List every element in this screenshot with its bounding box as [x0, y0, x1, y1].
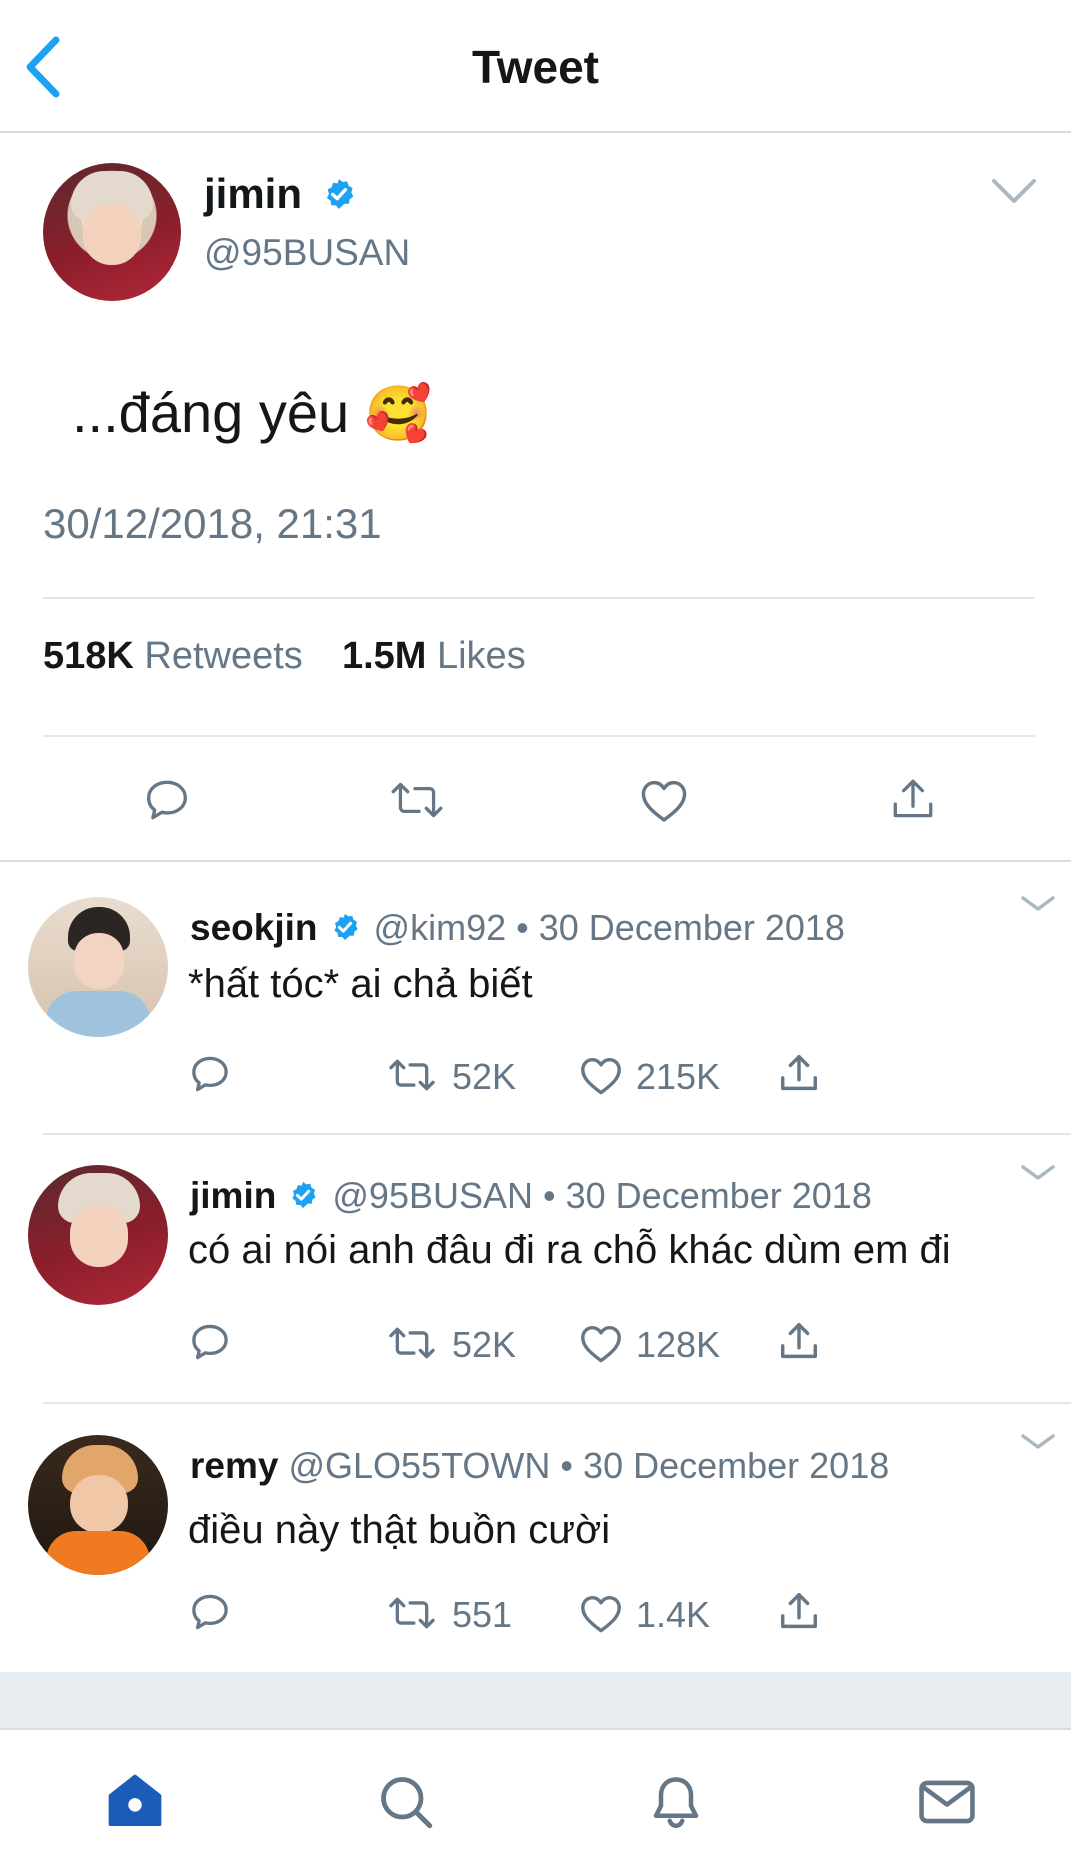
tweet-stats: 518K Retweets 1.5M Likes — [43, 635, 526, 678]
avatar[interactable] — [28, 1165, 168, 1305]
bell-icon[interactable] — [646, 1770, 706, 1834]
share-icon[interactable] — [776, 1050, 822, 1098]
reply-header: remy @GLO55TOWN • 30 December 2018 — [190, 1445, 889, 1487]
retweet-icon[interactable] — [388, 773, 446, 827]
tweet-text: ...đáng yêu 🥰 — [72, 380, 432, 446]
verified-badge-icon — [292, 1182, 316, 1209]
share-icon[interactable] — [776, 1318, 822, 1366]
reply-author-handle[interactable]: @GLO55TOWN — [288, 1445, 550, 1486]
avatar[interactable] — [43, 163, 181, 301]
like-heart-icon[interactable] — [578, 1591, 624, 1635]
chevron-down-icon[interactable] — [1020, 1163, 1056, 1183]
reply-text: *hất tóc* ai chả biết — [188, 962, 533, 1006]
reply-text: có ai nói anh đâu đi ra chỗ khác dùm em … — [188, 1228, 951, 1272]
chevron-down-icon[interactable] — [1020, 1432, 1056, 1452]
reply-icon[interactable] — [188, 1052, 232, 1096]
smiling-face-with-hearts-icon: 🥰 — [364, 382, 432, 445]
likes-label[interactable]: Likes — [437, 635, 526, 677]
tweet-text-body: ...đáng yêu — [72, 381, 350, 444]
divider — [43, 1402, 1071, 1404]
feed-end-spacer — [0, 1672, 1071, 1728]
reply-date[interactable]: 30 December 2018 — [539, 907, 845, 948]
like-heart-icon[interactable] — [578, 1321, 624, 1365]
retweet-count: 52K — [452, 1324, 517, 1365]
reply-icon[interactable] — [188, 1320, 232, 1364]
divider — [43, 1133, 1071, 1135]
verified-badge-icon — [326, 179, 353, 209]
share-icon[interactable] — [776, 1588, 822, 1636]
separator-dot: • — [543, 1175, 556, 1216]
reply-author-name[interactable]: remy — [190, 1445, 278, 1486]
likes-count[interactable]: 1.5M — [342, 635, 426, 677]
reply-author-handle[interactable]: @kim92 — [374, 907, 507, 948]
avatar[interactable] — [28, 1435, 168, 1575]
like-heart-icon[interactable] — [578, 1053, 624, 1097]
retweets-label[interactable]: Retweets — [144, 635, 302, 677]
reply-header: jimin @95BUSAN • 30 December 2018 — [190, 1175, 872, 1217]
retweet-icon[interactable] — [386, 1053, 438, 1097]
reply-date[interactable]: 30 December 2018 — [566, 1175, 872, 1216]
retweets-count[interactable]: 518K — [43, 635, 134, 677]
top-bar: Tweet — [0, 0, 1071, 133]
divider — [43, 735, 1035, 737]
home-icon[interactable] — [104, 1770, 166, 1832]
reply-author-name[interactable]: seokjin — [190, 907, 318, 948]
verified-badge-icon — [333, 914, 358, 941]
author-handle[interactable]: @95BUSAN — [204, 232, 410, 274]
like-count: 1.4K — [636, 1594, 711, 1635]
share-icon[interactable] — [888, 774, 938, 826]
chevron-down-icon[interactable] — [1020, 894, 1056, 914]
like-count: 215K — [636, 1056, 721, 1097]
like-count: 128K — [636, 1324, 721, 1365]
section-divider — [0, 860, 1071, 862]
avatar[interactable] — [28, 897, 168, 1037]
page-title: Tweet — [472, 41, 599, 93]
bottom-tab-bar — [0, 1728, 1071, 1860]
reply-author-handle[interactable]: @95BUSAN — [332, 1175, 533, 1216]
mail-icon[interactable] — [916, 1774, 978, 1830]
reply-icon[interactable] — [142, 775, 192, 825]
retweet-count: 551 — [452, 1594, 513, 1635]
like-heart-icon[interactable] — [638, 775, 690, 825]
reply-header: seokjin @kim92 • 30 December 2018 — [190, 907, 845, 949]
separator-dot: • — [560, 1445, 574, 1486]
reply-date[interactable]: 30 December 2018 — [583, 1445, 889, 1486]
retweet-icon[interactable] — [386, 1591, 438, 1635]
author-name-text[interactable]: jimin — [204, 170, 302, 217]
search-icon[interactable] — [376, 1772, 436, 1832]
separator-dot: • — [516, 907, 529, 948]
reply-icon[interactable] — [188, 1590, 232, 1634]
tweet-timestamp: 30/12/2018, 21:31 — [43, 500, 382, 547]
divider — [43, 597, 1035, 599]
chevron-down-icon[interactable] — [990, 176, 1038, 206]
retweet-icon[interactable] — [386, 1321, 438, 1365]
reply-text: điều này thật buồn cười — [188, 1508, 611, 1552]
retweet-count: 52K — [452, 1056, 517, 1097]
reply-author-name[interactable]: jimin — [190, 1175, 276, 1216]
author-name[interactable]: jimin — [204, 170, 356, 218]
